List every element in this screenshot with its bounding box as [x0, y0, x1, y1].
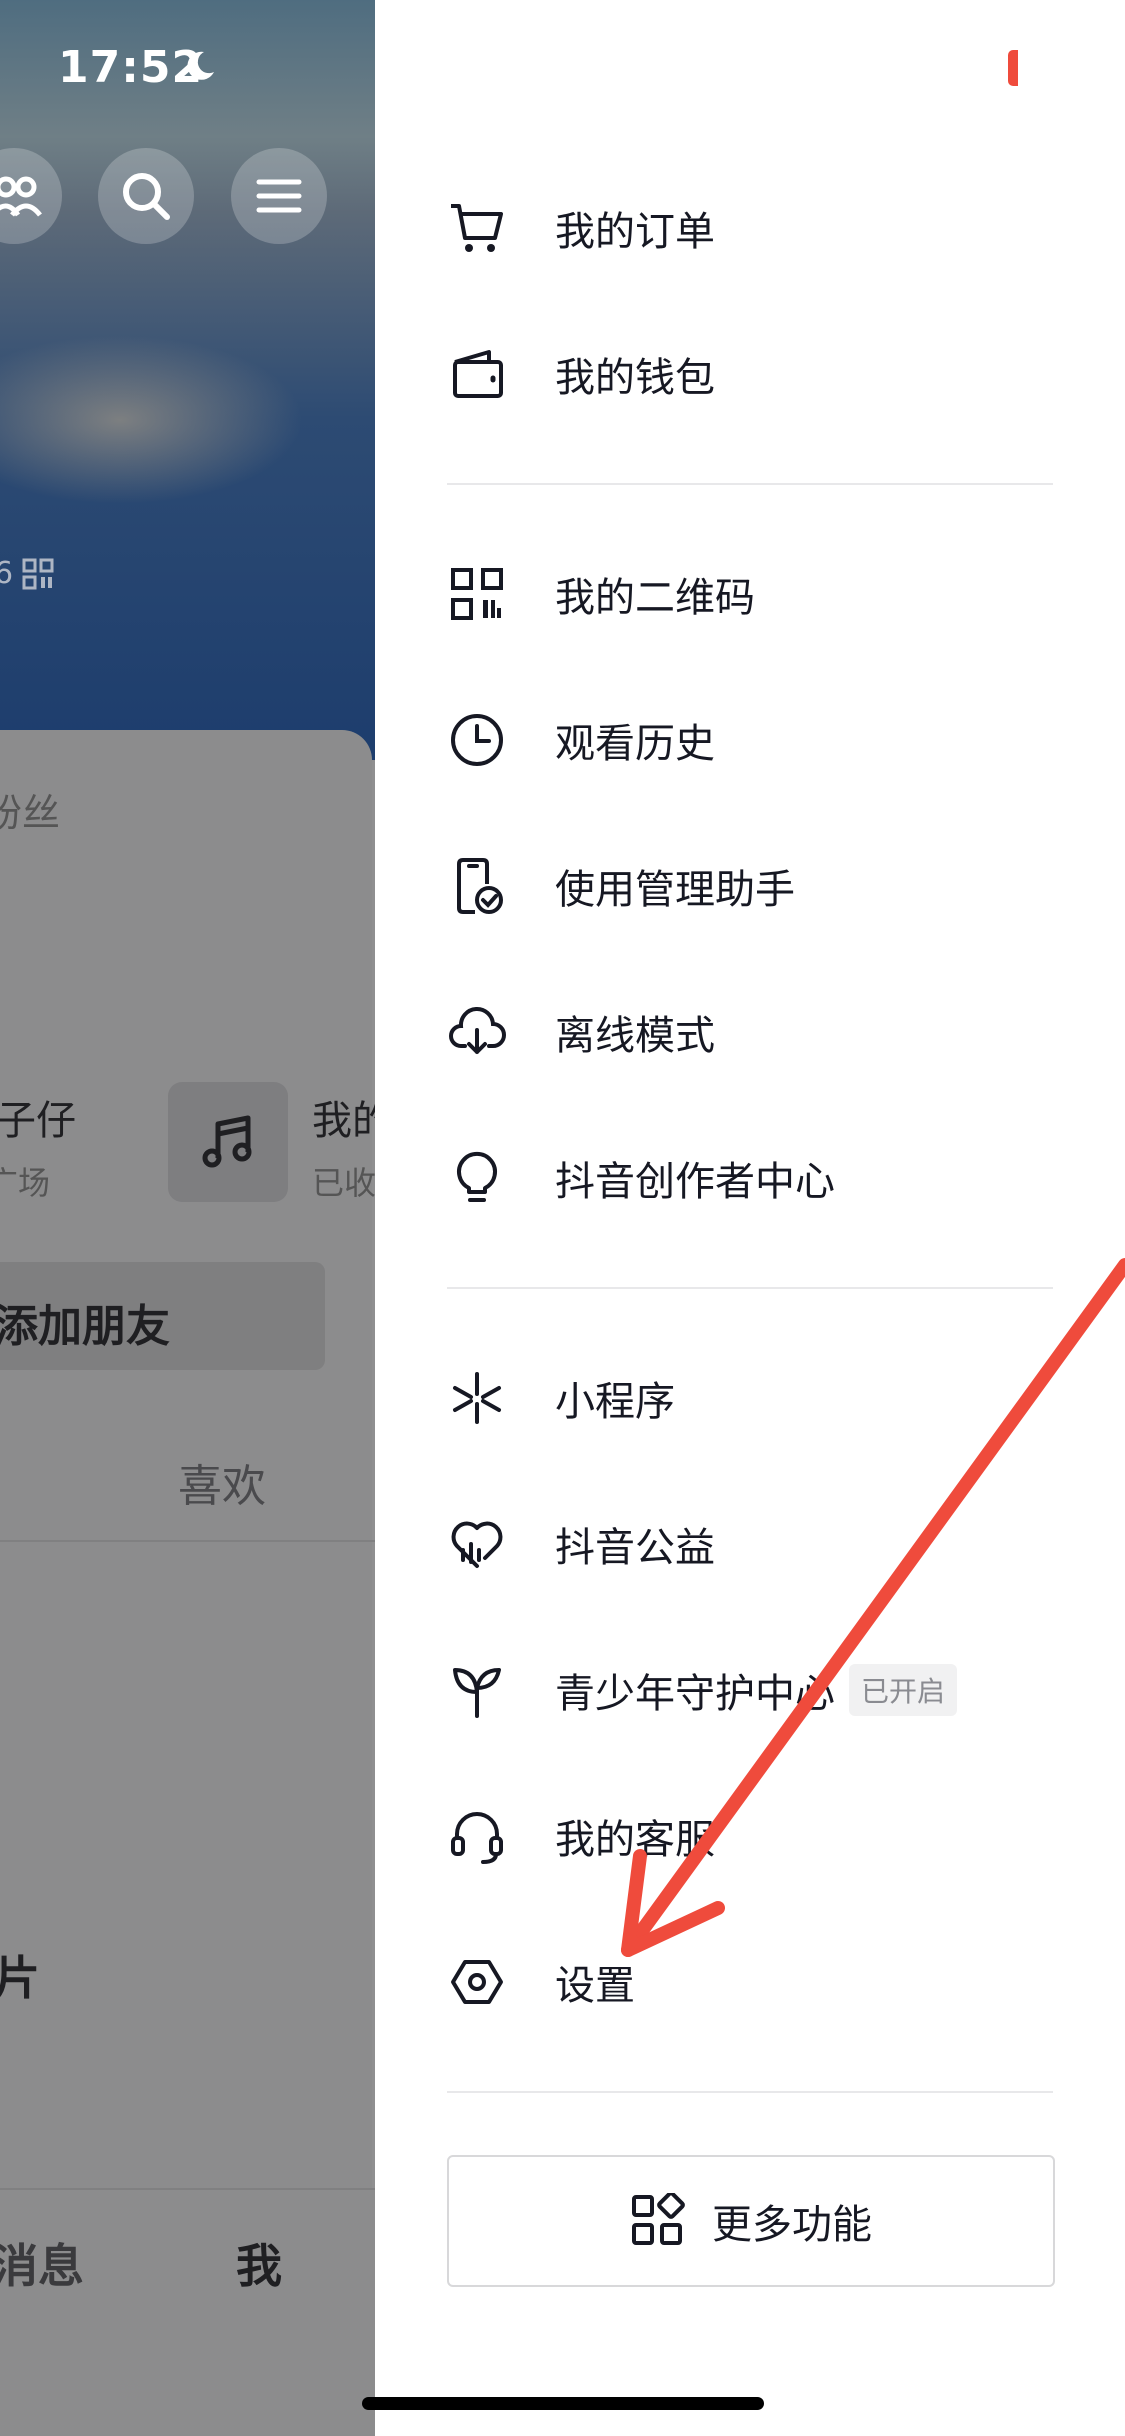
home-indicator[interactable] [362, 2397, 764, 2410]
annotation-arrow [621, 1258, 1125, 1957]
